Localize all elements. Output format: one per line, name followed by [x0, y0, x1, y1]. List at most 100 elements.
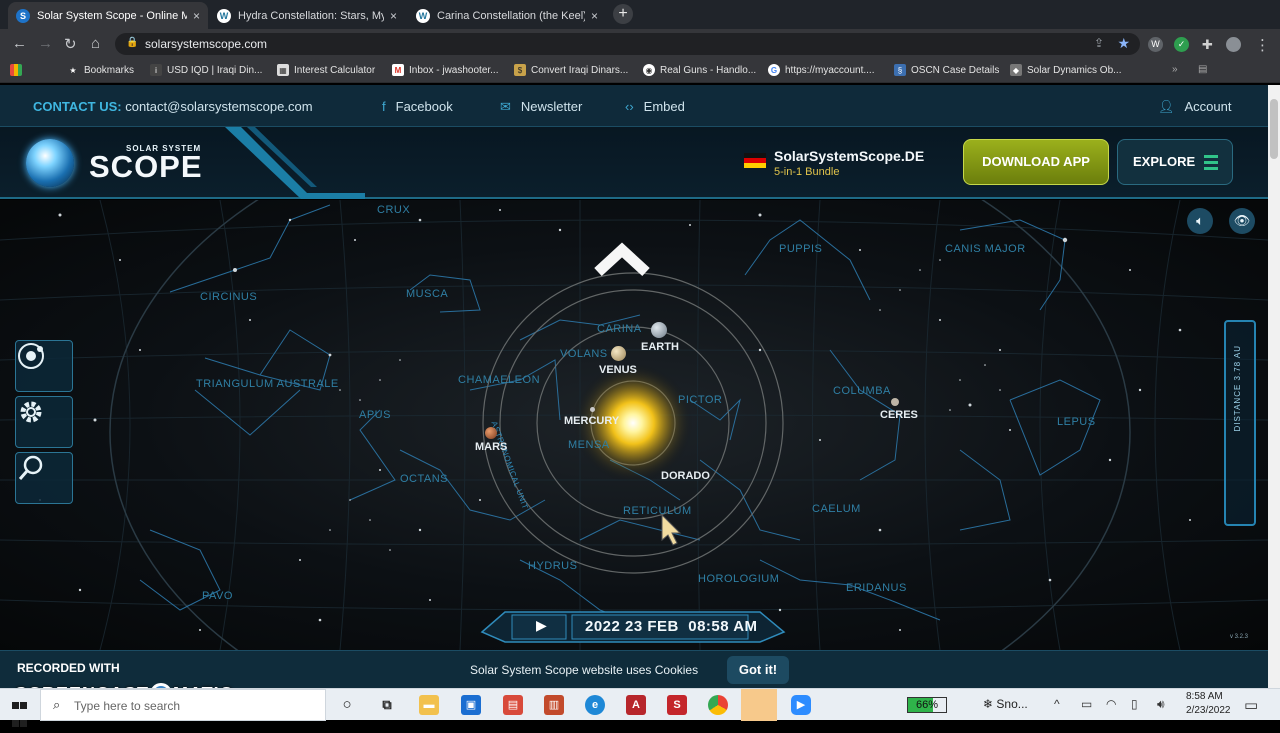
apps-grid-icon[interactable] — [10, 64, 27, 76]
constellation-label[interactable]: PAVO — [202, 590, 233, 602]
tab-hydra[interactable]: W Hydra Constellation: Stars, Myth × — [209, 2, 405, 29]
constellation-label[interactable]: CRUX — [377, 204, 410, 216]
planet-label[interactable]: VENUS — [599, 364, 637, 376]
constellation-label[interactable]: CAELUM — [812, 503, 861, 515]
extensions-puzzle-icon[interactable]: ✚ — [1200, 37, 1215, 52]
constellation-label[interactable]: HYDRUS — [528, 560, 577, 572]
access-icon[interactable]: A — [626, 695, 646, 715]
embed-link[interactable]: ‹› Embed — [625, 99, 685, 114]
battery-indicator[interactable]: 66% — [907, 697, 947, 713]
constellation-label[interactable]: ERIDANUS — [846, 582, 907, 594]
notification-icon[interactable]: ▭ — [1244, 696, 1258, 714]
url-text[interactable]: solarsystemscope.com — [145, 37, 267, 51]
solar-system-view-button[interactable] — [15, 340, 73, 392]
forward-icon[interactable]: → — [38, 35, 53, 52]
constellation-label[interactable]: CARINA — [597, 323, 642, 335]
bookmark-item[interactable]: ▦ Interest Calculator — [277, 64, 375, 76]
mars-planet[interactable] — [485, 427, 497, 439]
wordpress-extension-icon[interactable]: W — [1148, 37, 1163, 52]
bookmarks-overflow-icon[interactable]: » — [1172, 64, 1178, 75]
settings-button[interactable] — [15, 396, 73, 448]
constellation-label[interactable]: MUSCA — [406, 288, 448, 300]
constellation-label[interactable]: TRIANGULUM AUSTRALE — [196, 378, 339, 390]
reading-list-icon[interactable]: ▤ — [1198, 64, 1207, 75]
earth-planet[interactable] — [651, 322, 667, 338]
venus-planet[interactable] — [611, 346, 626, 361]
bookmark-item[interactable]: Ghttps://myaccount.... — [768, 64, 874, 76]
taskbar-date[interactable]: 2/23/2022 — [1186, 705, 1231, 716]
bookmark-item[interactable]: ★ Bookmarks — [67, 64, 134, 76]
chevron-up-icon[interactable] — [594, 242, 650, 277]
close-tab-icon[interactable]: × — [591, 9, 598, 23]
tab-carina[interactable]: W Carina Constellation (the Keel): St × — [408, 2, 606, 29]
taskbar-search[interactable]: ⌕ Type here to search — [40, 689, 326, 721]
scrollbar-thumb[interactable] — [1270, 99, 1278, 159]
new-tab-button[interactable]: + — [613, 4, 633, 24]
tab-solar-system-scope[interactable]: S Solar System Scope - Online Mo × — [8, 2, 208, 29]
file-explorer-icon[interactable]: ▬ — [419, 695, 439, 715]
back-icon[interactable]: ← — [12, 35, 27, 52]
eye-icon[interactable]: 👁︎ — [1229, 208, 1255, 234]
sky-map-canvas[interactable]: CRUX PUPPIS CANIS MAJOR CIRCINUS MUSCA C… — [0, 200, 1268, 650]
bookmark-item[interactable]: § OSCN Case Details — [894, 64, 999, 76]
page-scrollbar[interactable] — [1268, 85, 1280, 688]
bookmark-item[interactable]: i USD IQD | Iraqi Din... — [150, 64, 262, 76]
volume-icon[interactable]: 🔊︎ — [1157, 697, 1165, 712]
constellation-label[interactable]: COLUMBA — [833, 385, 891, 397]
device-icon[interactable]: ▭ — [1081, 697, 1092, 711]
german-flag-icon[interactable] — [744, 153, 766, 168]
weather-widget[interactable]: ❄ Sno... — [983, 697, 1028, 711]
ceres-planet[interactable] — [891, 398, 899, 406]
home-icon[interactable]: ⌂ — [91, 35, 100, 52]
logo-title[interactable]: SCOPE — [89, 149, 203, 185]
close-tab-icon[interactable]: × — [390, 9, 397, 23]
wifi-icon[interactable]: ◠ — [1106, 697, 1116, 711]
bookmark-item[interactable]: ◆ Solar Dynamics Ob... — [1010, 64, 1121, 76]
constellation-label[interactable]: APUS — [359, 409, 391, 421]
date-time-display[interactable]: 2022 23 FEB 08:58 AM — [585, 618, 758, 635]
logo-orb-icon[interactable] — [26, 139, 74, 187]
de-promo-subtitle[interactable]: 5-in-1 Bundle — [774, 166, 839, 178]
facebook-link[interactable]: f Facebook — [382, 99, 453, 114]
account-link[interactable]: 👤︎ Account — [1158, 99, 1232, 115]
constellation-label[interactable]: VOLANS — [560, 348, 608, 360]
reload-icon[interactable]: ↻ — [64, 35, 77, 53]
cortana-icon[interactable]: ○ — [337, 695, 357, 715]
constellation-label[interactable]: RETICULUM — [623, 505, 692, 517]
play-icon[interactable]: ▶ — [536, 617, 547, 634]
reader-app-icon[interactable]: ▤ — [503, 695, 523, 715]
sound-icon[interactable]: 🔈︎ — [1187, 208, 1213, 234]
zoom-icon[interactable]: ▶ — [791, 695, 811, 715]
store-icon[interactable]: ▣ — [461, 695, 481, 715]
snagit-icon[interactable]: S — [667, 695, 687, 715]
accept-cookies-button[interactable]: Got it! — [727, 656, 789, 684]
constellation-label[interactable]: PUPPIS — [779, 243, 822, 255]
bookmark-item[interactable]: M Inbox - jwashooter... — [392, 64, 499, 76]
constellation-label[interactable]: DORADO — [661, 470, 710, 482]
close-tab-icon[interactable]: × — [193, 9, 200, 23]
taskbar-time[interactable]: 8:58 AM — [1186, 691, 1223, 702]
newsletter-link[interactable]: ✉ Newsletter — [500, 99, 582, 115]
constellation-label[interactable]: CANIS MAJOR — [945, 243, 1026, 255]
constellation-label[interactable]: CHAMAELEON — [458, 374, 540, 386]
contact-email-link[interactable]: contact@solarsystemscope.com — [125, 99, 312, 114]
document-app-icon[interactable]: ▥ — [544, 695, 564, 715]
planet-label[interactable]: EARTH — [641, 341, 679, 353]
bookmark-item[interactable]: $ Convert Iraqi Dinars... — [514, 64, 628, 76]
constellation-label[interactable]: PICTOR — [678, 394, 722, 406]
mercury-planet[interactable] — [590, 407, 595, 412]
constellation-label[interactable]: OCTANS — [400, 473, 448, 485]
constellation-label[interactable]: HOROLOGIUM — [698, 573, 779, 585]
task-view-icon[interactable]: ⧉ — [377, 695, 397, 715]
windows-start-icon[interactable] — [12, 697, 28, 727]
planet-label[interactable]: MARS — [475, 441, 507, 453]
omnibox[interactable]: 🔒 solarsystemscope.com ⇪ ★ — [115, 33, 1140, 55]
planet-label[interactable]: MERCURY — [564, 415, 619, 427]
chevron-up-icon[interactable]: ^ — [1054, 697, 1060, 711]
active-app-icon[interactable] — [741, 689, 777, 721]
edge-icon[interactable]: e — [585, 695, 605, 715]
constellation-label[interactable]: CIRCINUS — [200, 291, 257, 303]
constellation-label[interactable]: MENSA — [568, 439, 610, 451]
menu-kebab-icon[interactable]: ⋮ — [1255, 36, 1270, 54]
chrome-icon[interactable] — [708, 695, 728, 715]
